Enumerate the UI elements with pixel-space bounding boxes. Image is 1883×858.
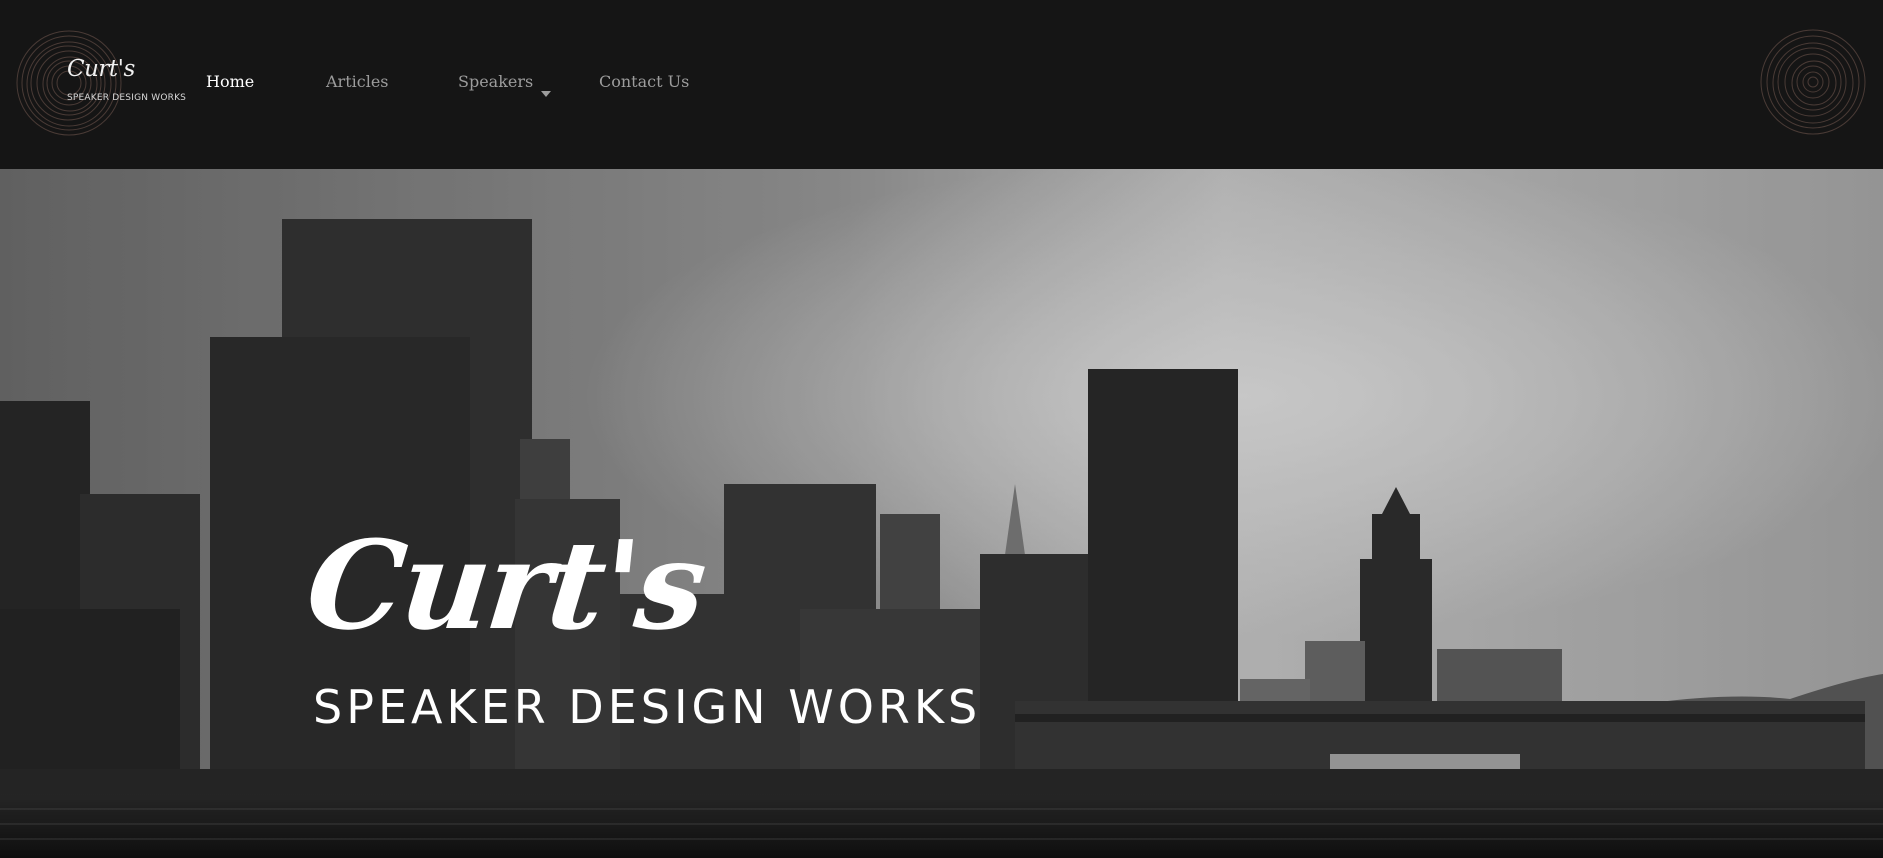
logo-script-text: Curt's [67,56,135,82]
nav-contact-us[interactable]: Contact Us [599,72,689,91]
rings-decoration-icon [1758,27,1868,137]
nav-speakers[interactable]: Speakers [458,72,533,91]
hero-subtitle: SPEAKER DESIGN WORKS [313,680,982,734]
city-skyline-image [0,169,1883,858]
site-logo[interactable]: Curt's SPEAKER DESIGN WORKS [14,28,186,138]
hero-title: Curt's [300,513,711,657]
logo-subtitle: SPEAKER DESIGN WORKS [67,93,187,103]
logo-rings-icon [16,30,122,136]
chevron-down-icon[interactable] [541,91,551,97]
nav-home[interactable]: Home [206,72,254,91]
nav-articles[interactable]: Articles [326,72,389,91]
site-header: Curt's SPEAKER DESIGN WORKS Home Article… [0,0,1883,169]
hero-banner: Curt's SPEAKER DESIGN WORKS [0,169,1883,858]
